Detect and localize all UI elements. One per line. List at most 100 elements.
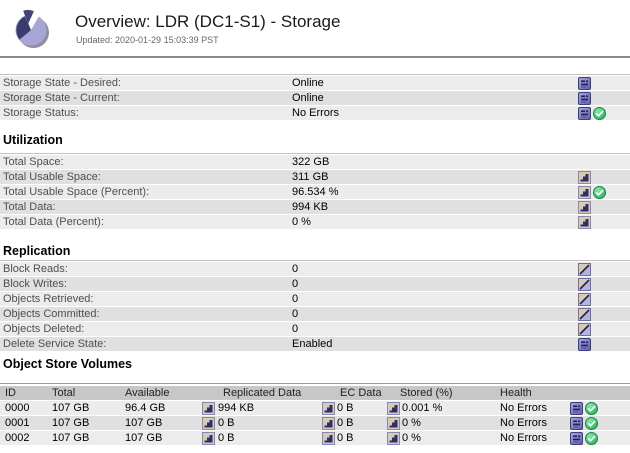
state-attribute-icon[interactable]	[578, 92, 591, 105]
row-total-space: Total Space: 322 GB	[0, 155, 630, 170]
status-ok-check-icon	[585, 417, 598, 430]
page-title: Overview: LDR (DC1-S1) - Storage	[75, 12, 341, 31]
attr-value: 0	[292, 278, 299, 290]
trend-delta-icon[interactable]	[578, 308, 591, 321]
chart-history-icon[interactable]	[578, 171, 591, 184]
row-delete-service-state: Delete Service State: Enabled	[0, 337, 630, 352]
cell-ec-data: 0 B	[337, 402, 354, 414]
attr-value: 311 GB	[292, 171, 329, 183]
row-objects-retrieved: Objects Retrieved: 0	[0, 292, 630, 307]
col-header-available: Available	[125, 387, 170, 399]
cell-total: 107 GB	[52, 432, 90, 444]
row-storage-state-desired: Storage State - Desired: Online	[0, 76, 630, 91]
state-attribute-icon[interactable]	[570, 417, 583, 430]
cell-total: 107 GB	[52, 402, 90, 414]
chart-history-icon[interactable]	[578, 201, 591, 214]
attr-value: 994 KB	[292, 201, 329, 213]
attr-label: Storage Status:	[3, 107, 79, 119]
attr-icons	[578, 292, 591, 307]
attr-value: Online	[292, 92, 324, 104]
attr-label: Objects Deleted:	[3, 323, 85, 335]
chart-history-icon[interactable]	[322, 402, 335, 415]
replication-heading: Replication	[3, 244, 71, 258]
cell-replicated-data: 0 B	[218, 417, 235, 429]
cell-stored-percent: 0 %	[402, 417, 421, 429]
row-storage-status: Storage Status: No Errors	[0, 106, 630, 121]
trend-delta-icon[interactable]	[578, 263, 591, 276]
chart-history-icon[interactable]	[387, 417, 400, 430]
attr-icons	[578, 262, 591, 277]
cell-ec-data: 0 B	[337, 417, 354, 429]
attr-label: Block Writes:	[3, 278, 67, 290]
state-attribute-icon[interactable]	[570, 432, 583, 445]
section-rule	[0, 74, 630, 75]
attr-value: 0	[292, 323, 299, 335]
header-divider	[0, 56, 630, 58]
state-attribute-icon[interactable]	[570, 402, 583, 415]
row-storage-state-current: Storage State - Current: Online	[0, 91, 630, 106]
osv-row-0001: 0001 107 GB 107 GB 0 B 0 B 0 % No Errors	[0, 416, 630, 431]
chart-history-icon[interactable]	[202, 402, 215, 415]
chart-history-icon[interactable]	[322, 417, 335, 430]
attr-label: Block Reads:	[3, 263, 68, 275]
row-total-data: Total Data: 994 KB	[0, 200, 630, 215]
status-ok-check-icon	[593, 107, 606, 120]
state-attribute-icon[interactable]	[578, 338, 591, 351]
section-rule	[0, 260, 630, 261]
col-header-health: Health	[500, 387, 532, 399]
attr-label: Total Usable Space:	[3, 171, 101, 183]
chart-history-icon[interactable]	[387, 432, 400, 445]
chart-history-icon[interactable]	[387, 402, 400, 415]
attr-value: Enabled	[292, 338, 333, 350]
attr-value: 0	[292, 293, 299, 305]
chart-history-icon[interactable]	[578, 186, 591, 199]
trend-delta-icon[interactable]	[578, 278, 591, 291]
storage-overview-page: Overview: LDR (DC1-S1) - Storage Updated…	[0, 0, 630, 453]
status-ok-check-icon	[593, 186, 606, 199]
osv-row-0002: 0002 107 GB 107 GB 0 B 0 B 0 % No Errors	[0, 431, 630, 446]
attr-icons	[578, 307, 591, 322]
cell-id: 0002	[5, 432, 30, 444]
attr-value: Online	[292, 77, 324, 89]
cell-stored-percent: 0 %	[402, 432, 421, 444]
attr-icons	[578, 185, 606, 200]
attr-label: Total Usable Space (Percent):	[3, 186, 150, 198]
attr-value: 0	[292, 308, 299, 320]
osv-row-0000: 0000 107 GB 96.4 GB 994 KB 0 B 0.001 % N…	[0, 401, 630, 416]
trend-delta-icon[interactable]	[578, 323, 591, 336]
cell-available: 96.4 GB	[125, 402, 166, 414]
attr-label: Total Space:	[3, 156, 64, 168]
col-header-ec-data: EC Data	[340, 387, 382, 399]
pie-chart-logo-icon	[8, 5, 54, 53]
cell-ec-data: 0 B	[337, 432, 354, 444]
attr-icons	[578, 277, 591, 292]
attr-icons	[578, 200, 591, 215]
state-attribute-icon[interactable]	[578, 107, 591, 120]
attr-label: Objects Committed:	[3, 308, 100, 320]
attr-icons	[578, 170, 591, 185]
col-header-id: ID	[5, 387, 16, 399]
status-ok-check-icon	[585, 402, 598, 415]
trend-delta-icon[interactable]	[578, 293, 591, 306]
attr-icons	[578, 106, 606, 121]
cell-health: No Errors	[500, 402, 548, 414]
row-total-data-percent: Total Data (Percent): 0 %	[0, 215, 630, 230]
chart-history-icon[interactable]	[578, 216, 591, 229]
attr-value: 322 GB	[292, 156, 330, 168]
chart-history-icon[interactable]	[202, 432, 215, 445]
cell-health: No Errors	[500, 417, 548, 429]
cell-replicated-data: 994 KB	[218, 402, 255, 414]
utilization-heading: Utilization	[3, 133, 63, 147]
attr-icons	[578, 215, 591, 230]
attr-icons	[578, 322, 591, 337]
attr-value: 0	[292, 263, 299, 275]
row-block-reads: Block Reads: 0	[0, 262, 630, 277]
chart-history-icon[interactable]	[202, 417, 215, 430]
cell-id: 0001	[5, 417, 30, 429]
osv-table-header: ID Total Available Replicated Data EC Da…	[0, 386, 630, 401]
col-header-stored-percent: Stored (%)	[400, 387, 453, 399]
state-attribute-icon[interactable]	[578, 77, 591, 90]
cell-id: 0000	[5, 402, 30, 414]
chart-history-icon[interactable]	[322, 432, 335, 445]
section-rule	[0, 153, 630, 154]
